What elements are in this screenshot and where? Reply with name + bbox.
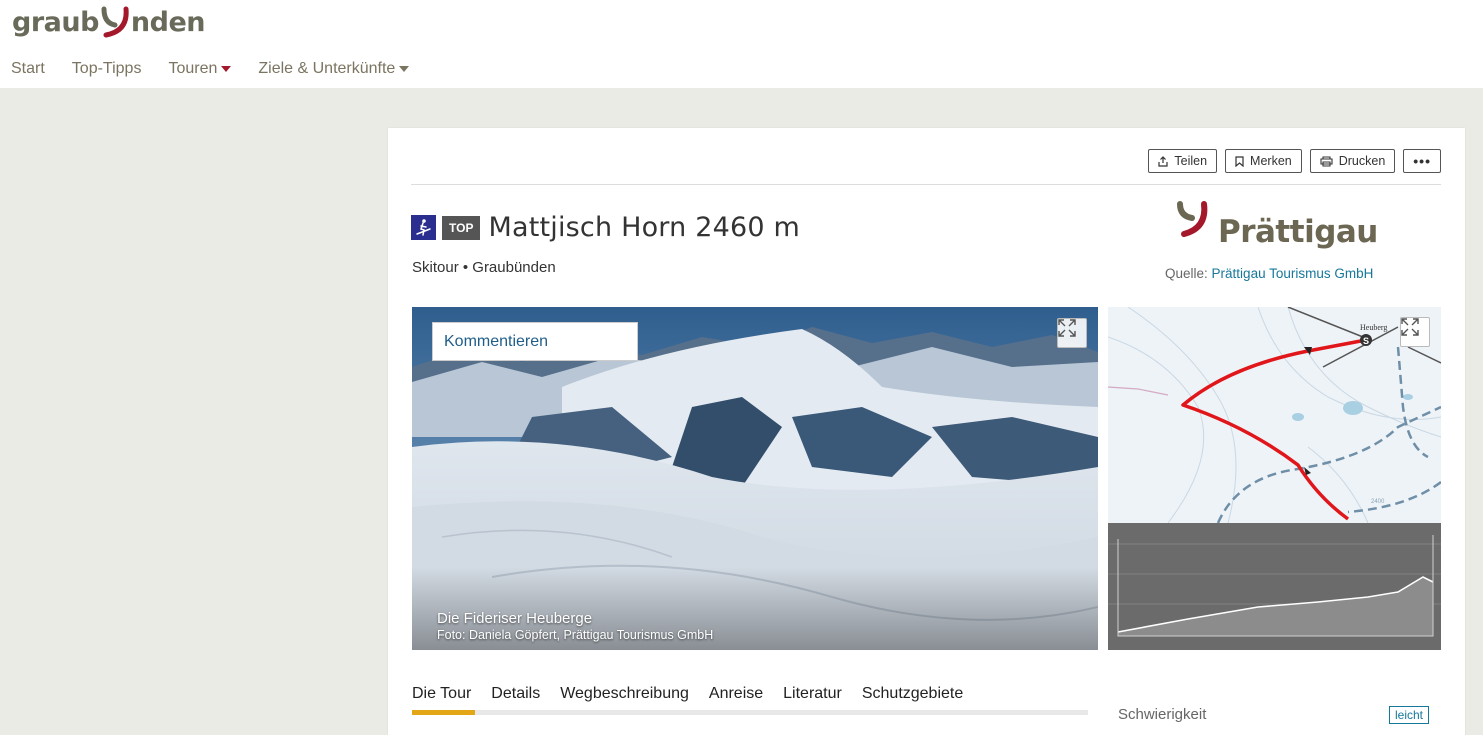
tour-toolbar: Teilen Merken Drucken •••: [1140, 149, 1441, 173]
skitour-icon: [411, 215, 436, 240]
bookmark-button[interactable]: Merken: [1225, 149, 1302, 173]
share-label: Teilen: [1174, 154, 1208, 168]
photo-fullscreen-button[interactable]: [1057, 318, 1087, 348]
tour-photo[interactable]: Kommentieren Die Fideriser Heuberge Foto…: [412, 307, 1098, 650]
logo-text-right: nden: [130, 6, 206, 38]
bookmark-label: Merken: [1250, 154, 1292, 168]
map-fullscreen-button[interactable]: [1400, 317, 1430, 347]
main-nav: Start Top-Tipps Touren Ziele & Unterkünf…: [11, 60, 436, 78]
expand-icon: [1401, 318, 1419, 336]
top-badge: TOP: [442, 215, 481, 240]
nav-ziele-unterkuenfte[interactable]: Ziele & Unterkünfte: [258, 60, 410, 78]
print-button[interactable]: Drucken: [1309, 149, 1396, 173]
caption-title: Die Fideriser Heuberge: [437, 610, 593, 627]
difficulty-badge: leicht: [1389, 706, 1430, 724]
praettigau-mark-icon: [1177, 201, 1208, 237]
page-title: Mattjisch Horn 2460 m: [488, 212, 801, 243]
partner-name: Prättigau: [1218, 214, 1378, 250]
route-map: S Heuberg 2400: [1108, 307, 1441, 650]
site-header: graub nden Start Top-Tipps Touren Ziele …: [0, 0, 1483, 88]
bookmark-icon: [1235, 155, 1244, 167]
nav-top-tipps[interactable]: Top-Tipps: [72, 60, 142, 78]
print-icon: [1320, 155, 1333, 167]
nav-touren-label: Touren: [168, 60, 218, 77]
nav-start-label: Start: [11, 60, 45, 77]
caret-down-icon: [399, 66, 410, 72]
map-place-label: Heuberg: [1360, 323, 1387, 332]
source-label: Quelle:: [1165, 266, 1208, 281]
toolbar-divider: [411, 184, 1441, 185]
comment-button[interactable]: Kommentieren: [432, 322, 638, 361]
title-row: TOP Mattjisch Horn 2460 m: [411, 212, 800, 243]
logo-mark-icon: [101, 6, 129, 38]
tour-subtitle: Skitour • Graubünden: [412, 259, 556, 276]
nav-start[interactable]: Start: [11, 60, 45, 78]
caret-down-icon: [221, 66, 232, 72]
tour-card: Teilen Merken Drucken ••• TOP Mattjisch …: [388, 128, 1465, 735]
share-icon: [1158, 155, 1168, 167]
svg-text:S: S: [1363, 336, 1369, 346]
difficulty-label: Schwierigkeit: [1118, 706, 1207, 723]
share-button[interactable]: Teilen: [1148, 149, 1218, 173]
partner-logo[interactable]: Prättigau: [1174, 200, 1384, 254]
caption-credit: Foto: Daniela Göpfert, Prättigau Tourism…: [437, 628, 714, 642]
tabs-track: [412, 710, 1088, 715]
map-contour-label: 2400: [1371, 499, 1385, 505]
nav-ziele-label: Ziele & Unterkünfte: [258, 60, 396, 77]
nav-touren[interactable]: Touren: [168, 60, 232, 78]
tab-active-indicator: [412, 710, 475, 715]
source-line: Quelle: Prättigau Tourismus GmbH: [1165, 266, 1373, 281]
nav-top-tipps-label: Top-Tipps: [71, 60, 142, 77]
logo-text-left: graub: [12, 6, 99, 38]
expand-icon: [1058, 319, 1076, 337]
print-label: Drucken: [1338, 154, 1386, 168]
graubuenden-logo[interactable]: graub nden: [12, 4, 206, 40]
more-dots-icon: •••: [1413, 153, 1431, 169]
photo-caption: Die Fideriser Heuberge Foto: Daniela Göp…: [437, 610, 713, 642]
more-button[interactable]: •••: [1403, 149, 1441, 173]
source-link[interactable]: Prättigau Tourismus GmbH: [1212, 266, 1374, 281]
tour-map[interactable]: S Heuberg 2400: [1108, 307, 1441, 650]
